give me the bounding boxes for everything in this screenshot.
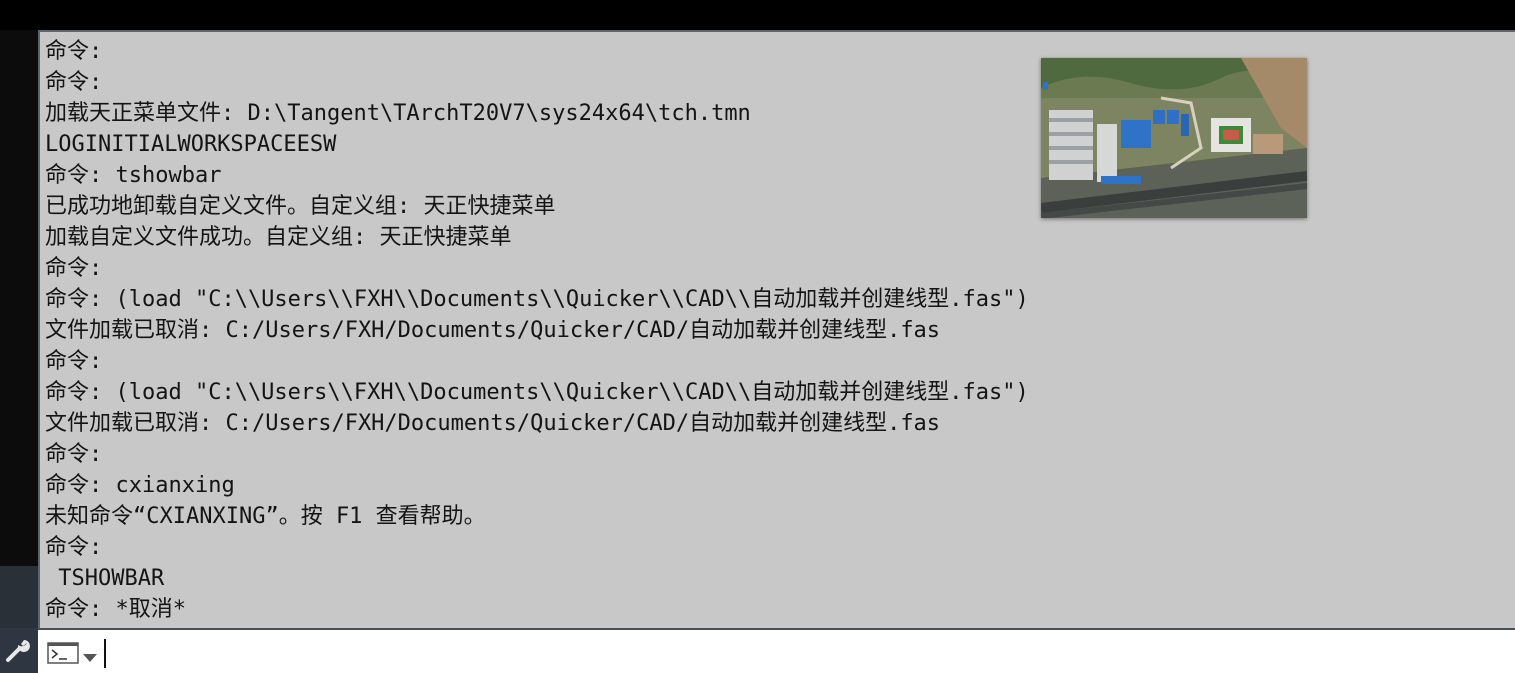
history-line: LOGINITIALWORKSPACEESW — [45, 132, 337, 157]
history-line: 命令: cxianxing — [45, 473, 235, 498]
history-line: 命令: (load "C:\\Users\\FXH\\Documents\\Qu… — [45, 287, 1029, 312]
command-history-panel[interactable]: 命令: 命令: 加载天正菜单文件: D:\Tangent\TArchT20V7\… — [38, 30, 1515, 628]
command-history-list: 命令: 命令: 加载天正菜单文件: D:\Tangent\TArchT20V7\… — [45, 36, 1029, 625]
wrench-icon — [5, 635, 33, 667]
history-line: TSHOWBAR — [45, 566, 165, 591]
history-line: 命令: — [45, 39, 103, 64]
history-line: 命令: (load "C:\\Users\\FXH\\Documents\\Qu… — [45, 380, 1029, 405]
history-line: 命令: — [45, 70, 103, 95]
history-line: 已成功地卸载自定义文件。自定义组: 天正快捷菜单 — [45, 194, 556, 219]
history-line: 加载自定义文件成功。自定义组: 天正快捷菜单 — [45, 225, 512, 250]
history-line: 命令: — [45, 442, 103, 467]
aerial-photo-thumbnail — [1041, 58, 1307, 218]
text-cursor — [104, 639, 106, 668]
history-line: 命令: — [45, 535, 103, 560]
history-line: 文件加载已取消: C:/Users/FXH/Documents/Quicker/… — [45, 411, 941, 436]
left-toolbar — [0, 30, 38, 673]
history-line: 命令: — [45, 349, 103, 374]
history-line: 命令: *取消* — [45, 597, 186, 622]
history-line: 命令: — [45, 256, 103, 281]
command-line-bar[interactable] — [38, 628, 1515, 673]
history-line: 未知命令“CXIANXING”。按 F1 查看帮助。 — [45, 504, 486, 529]
command-input[interactable] — [102, 636, 1484, 668]
customize-button[interactable] — [0, 628, 38, 673]
history-line: 文件加载已取消: C:/Users/FXH/Documents/Quicker/… — [45, 318, 941, 343]
command-prompt-icon[interactable] — [47, 642, 79, 668]
history-line: 加载天正菜单文件: D:\Tangent\TArchT20V7\sys24x64… — [45, 101, 751, 126]
top-bar — [0, 0, 1515, 30]
left-toolbar-band — [0, 566, 38, 628]
history-line: 命令: tshowbar — [45, 163, 222, 188]
chevron-down-icon[interactable] — [82, 648, 98, 667]
